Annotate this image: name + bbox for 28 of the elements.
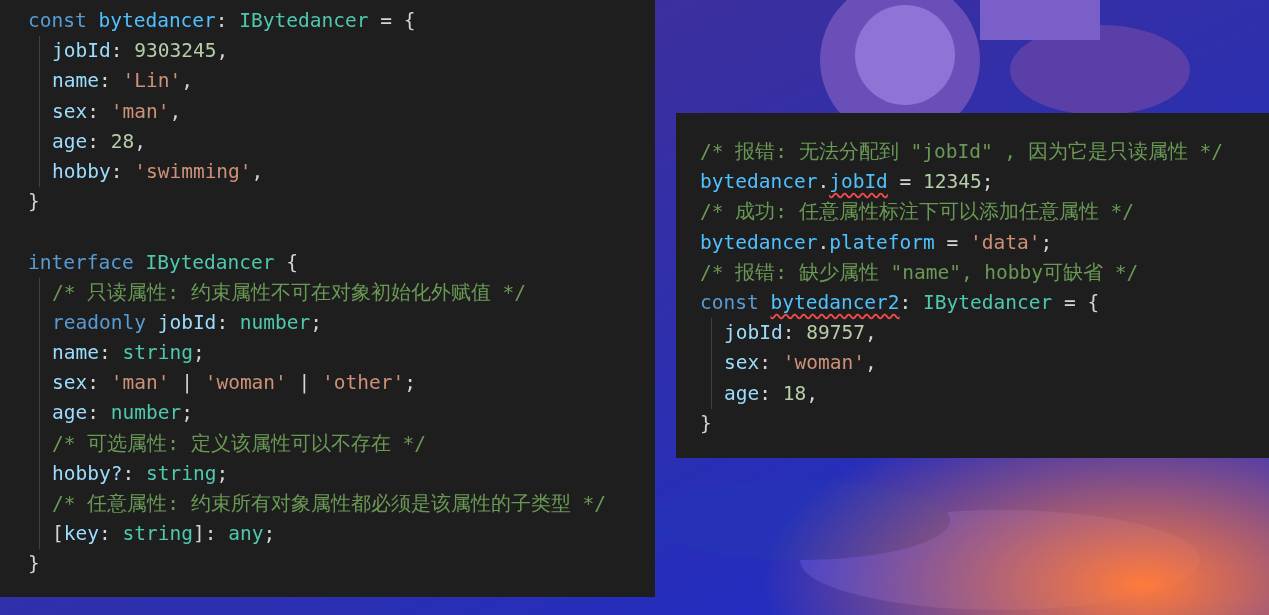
code-line: /* 报错: 缺少属性 "name", hobby可缺省 */: [700, 259, 1140, 286]
code-line: jobId: 89757,: [724, 320, 878, 347]
code-line: }: [700, 410, 713, 437]
code-line: /* 成功: 任意属性标注下可以添加任意属性 */: [700, 199, 1135, 226]
code-line: [key: string]: any;: [52, 521, 277, 548]
code-line: readonly jobId: number;: [52, 309, 324, 336]
code-line: sex: 'woman',: [724, 350, 878, 377]
code-line: /* 可选属性: 定义该属性可以不存在 */: [52, 430, 427, 457]
code-line: name: 'Lin',: [52, 68, 194, 95]
code-line: hobby: 'swimming',: [52, 158, 265, 185]
code-line: jobId: 9303245,: [52, 38, 230, 65]
code-line: age: number;: [52, 400, 194, 427]
code-line: name: string;: [52, 340, 206, 367]
code-line: const bytedancer2: IBytedancer = {: [700, 289, 1101, 316]
code-line: const bytedancer: IBytedancer = {: [28, 8, 417, 34]
code-line: /* 只读属性: 约束属性不可在对象初始化外赋值 */: [52, 279, 527, 306]
code-line: bytedancer.jobId = 12345;: [700, 169, 995, 196]
code-line: }: [28, 189, 41, 216]
code-line: age: 18,: [724, 380, 819, 407]
code-line: interface IBytedancer {: [28, 249, 300, 276]
code-line: }: [28, 551, 41, 578]
code-line: sex: 'man' | 'woman' | 'other';: [52, 370, 417, 397]
code-line: hobby?: string;: [52, 460, 230, 487]
code-line: /* 报错: 无法分配到 "jobId" , 因为它是只读属性 */: [700, 139, 1225, 165]
code-line: bytedancer.plateform = 'data';: [700, 229, 1054, 256]
code-line: sex: 'man',: [52, 98, 183, 125]
code-line: /* 任意属性: 约束所有对象属性都必须是该属性的子类型 */: [52, 491, 607, 517]
code-line: age: 28,: [52, 128, 147, 155]
